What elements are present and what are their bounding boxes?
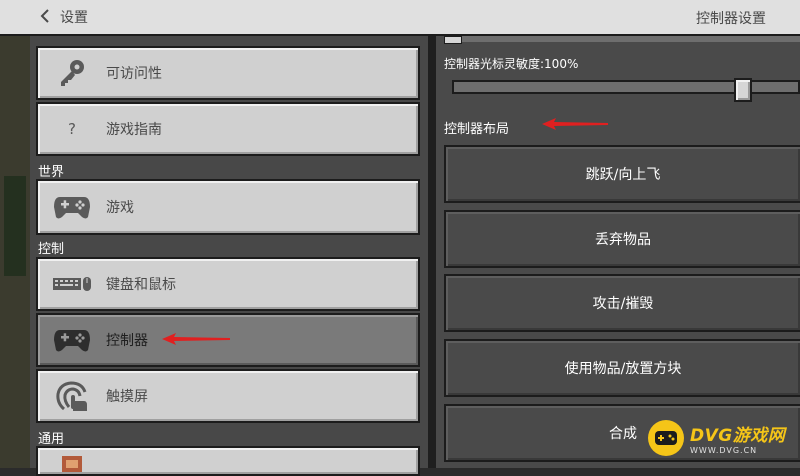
menu-item-keyboard-mouse[interactable]: 键盘和鼠标 (36, 257, 420, 311)
general-item-icon (50, 450, 94, 472)
binding-button-drop-item[interactable]: 丢弃物品 (444, 210, 800, 268)
menu-item-game[interactable]: 游戏 (36, 179, 420, 235)
touch-icon (50, 379, 94, 413)
menu-item-accessibility[interactable]: 可访问性 (36, 46, 420, 100)
menu-item-label: 键盘和鼠标 (106, 277, 176, 293)
menu-item-label: 可访问性 (106, 66, 162, 82)
tree-silhouette (4, 176, 26, 276)
page-title: 控制器设置 (696, 11, 766, 27)
world-background (0, 36, 30, 468)
panel-divider (428, 36, 436, 468)
section-label-general: 通用 (38, 432, 65, 447)
back-button[interactable]: 设置 (40, 7, 88, 27)
slider-thumb[interactable] (734, 78, 752, 102)
binding-button-jump[interactable]: 跳跃/向上飞 (444, 145, 800, 203)
keyboard-mouse-icon (50, 273, 94, 295)
watermark-logo: DVG游戏网 WWW.DVG.CN (648, 420, 785, 456)
annotation-arrow-layout (542, 118, 608, 130)
previous-slider-track (444, 36, 800, 42)
menu-item-label: 触摸屏 (106, 389, 148, 405)
question-icon: ? (68, 120, 76, 138)
sensitivity-label: 控制器光标灵敏度:100% (444, 57, 579, 71)
gamepad-logo-icon (648, 420, 684, 456)
menu-item-label: 游戏 (106, 200, 134, 216)
previous-slider-thumb[interactable] (444, 36, 462, 44)
menu-item-touch[interactable]: 触摸屏 (36, 369, 420, 423)
watermark-title: DVG游戏网 (690, 426, 786, 446)
binding-button-use-item[interactable]: 使用物品/放置方块 (444, 339, 800, 397)
layout-section-label: 控制器布局 (444, 122, 510, 137)
back-label: 设置 (60, 10, 88, 26)
key-icon (50, 56, 94, 90)
title-bar: 设置 控制器设置 (0, 0, 800, 36)
controller-icon (50, 326, 94, 354)
annotation-arrow-controller (162, 333, 230, 345)
chevron-left-icon (40, 8, 50, 27)
controller-icon (50, 193, 94, 221)
menu-item-label: 控制器 (106, 333, 148, 349)
section-label-world: 世界 (38, 165, 65, 180)
menu-item-general[interactable] (36, 446, 420, 476)
watermark-subtitle: WWW.DVG.CN (690, 446, 758, 455)
binding-button-attack[interactable]: 攻击/摧毁 (444, 274, 800, 332)
menu-item-how-to-play[interactable]: ? 游戏指南 (36, 102, 420, 156)
sensitivity-slider[interactable] (452, 78, 800, 102)
section-label-controls: 控制 (38, 242, 65, 257)
menu-item-label: 游戏指南 (106, 122, 162, 138)
